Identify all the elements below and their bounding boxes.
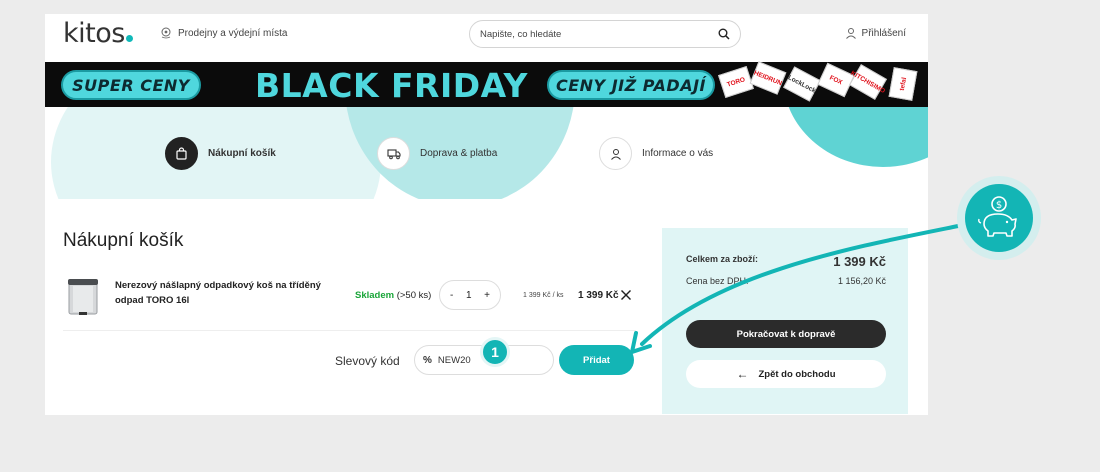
stores-link[interactable]: Prodejny a výdejní místa (160, 27, 288, 39)
brand-tag-kitchisimo: KITCHISIMO (849, 64, 887, 100)
quantity-increase-button[interactable]: + (484, 290, 490, 301)
divider (63, 330, 636, 331)
bag-icon (176, 147, 187, 160)
order-summary: Celkem za zboží: 1 399 Kč Cena bez DPH: … (662, 228, 908, 414)
black-friday-banner[interactable]: SUPER CENY BLACK FRIDAY CENY JIŽ PADAJÍ … (45, 61, 928, 107)
summary-vat-label: Cena bez DPH: (686, 276, 749, 286)
remove-item-icon[interactable] (620, 289, 632, 301)
brand-tag-fox: FOX (817, 62, 855, 98)
unit-price: 1 399 Kč / ks (523, 292, 564, 299)
page-title: Nákupní košík (63, 230, 184, 251)
step-info-circle (599, 137, 632, 170)
arrow-left-icon: ← (736, 367, 749, 381)
logo[interactable]: kitos (63, 18, 133, 49)
user-icon (610, 148, 621, 160)
logo-dot (125, 35, 133, 42)
promo-code-value[interactable]: NEW20 (438, 355, 471, 366)
brand-tag-locklock: LockLock (783, 66, 821, 102)
promo-code-label: Slevový kód (335, 354, 400, 368)
user-icon (845, 28, 856, 39)
login-link[interactable]: Přihlášení (845, 27, 906, 39)
apply-promo-button[interactable]: Přidat (559, 345, 634, 375)
summary-total-row: Celkem za zboží: 1 399 Kč (686, 254, 886, 269)
banner-pill-left: SUPER CENY (61, 70, 201, 100)
back-to-shop-button[interactable]: ← Zpět do obchodu (686, 360, 886, 388)
search-input[interactable]: Napište, co hledáte (480, 29, 718, 40)
step-cart[interactable]: Nákupní košík (165, 137, 276, 170)
banner-pill-right: CENY JIŽ PADAJÍ (547, 70, 715, 100)
svg-text:$: $ (996, 200, 1002, 211)
continue-to-shipping-button[interactable]: Pokračovat k dopravě (686, 320, 886, 348)
summary-total-value: 1 399 Kč (833, 254, 886, 269)
summary-vat-row: Cena bez DPH: 1 156,20 Kč (686, 276, 886, 286)
back-to-shop-label: Zpět do obchodu (758, 368, 836, 380)
site-header: kitos Prodejny a výdejní místa Napište, … (45, 14, 928, 62)
step-info[interactable]: Informace o vás (599, 137, 713, 170)
checkout-page: kitos Prodejny a výdejní místa Napište, … (45, 14, 928, 415)
brand-tag-toro: TORO (718, 65, 754, 99)
piggy-bank-icon: $ (965, 184, 1033, 252)
location-pin-icon (161, 27, 171, 39)
login-label: Přihlášení (861, 27, 906, 39)
step-shipping-circle (377, 137, 410, 170)
item-price: 1 399 Kč (578, 290, 619, 301)
quantity-decrease-button[interactable]: - (450, 290, 453, 301)
percent-icon: % (423, 354, 432, 366)
brand-tag-heidrun: HEIDRUN (749, 61, 787, 95)
stock-status: Skladem (>50 ks) (355, 290, 431, 301)
step-number-badge: 1 (480, 337, 510, 367)
stock-qty: (>50 ks) (396, 290, 432, 301)
product-name[interactable]: Nerezový nášlapný odpadkový koš na třídě… (115, 278, 335, 308)
banner-headline: BLACK FRIDAY (255, 66, 528, 105)
stock-label: Skladem (355, 290, 395, 301)
step-shipping-label: Doprava & platba (420, 148, 498, 159)
stores-label: Prodejny a výdejní místa (178, 27, 288, 39)
truck-icon (386, 148, 401, 159)
logo-text: kitos (63, 18, 125, 49)
search-icon[interactable] (718, 28, 730, 40)
brand-tag-tefal: tefal (888, 67, 918, 101)
step-cart-circle (165, 137, 198, 170)
step-shipping[interactable]: Doprava & platba (377, 137, 497, 170)
checkout-steps: Nákupní košík Doprava & platba Informace… (45, 107, 928, 199)
decor-blob (783, 107, 928, 167)
cart-item: Nerezový nášlapný odpadkový koš na třídě… (63, 272, 636, 332)
summary-vat-value: 1 156,20 Kč (837, 276, 886, 286)
search-box[interactable]: Napište, co hledáte (469, 20, 741, 48)
step-info-label: Informace o vás (642, 148, 714, 159)
piggy-bank-icon-shape: $ (978, 196, 1017, 237)
product-image[interactable] (65, 276, 101, 316)
step-cart-label: Nákupní košík (208, 148, 276, 159)
quantity-stepper[interactable]: - 1 + (439, 280, 501, 310)
quantity-value[interactable]: 1 (466, 290, 472, 301)
summary-total-label: Celkem za zboží: (686, 254, 759, 264)
